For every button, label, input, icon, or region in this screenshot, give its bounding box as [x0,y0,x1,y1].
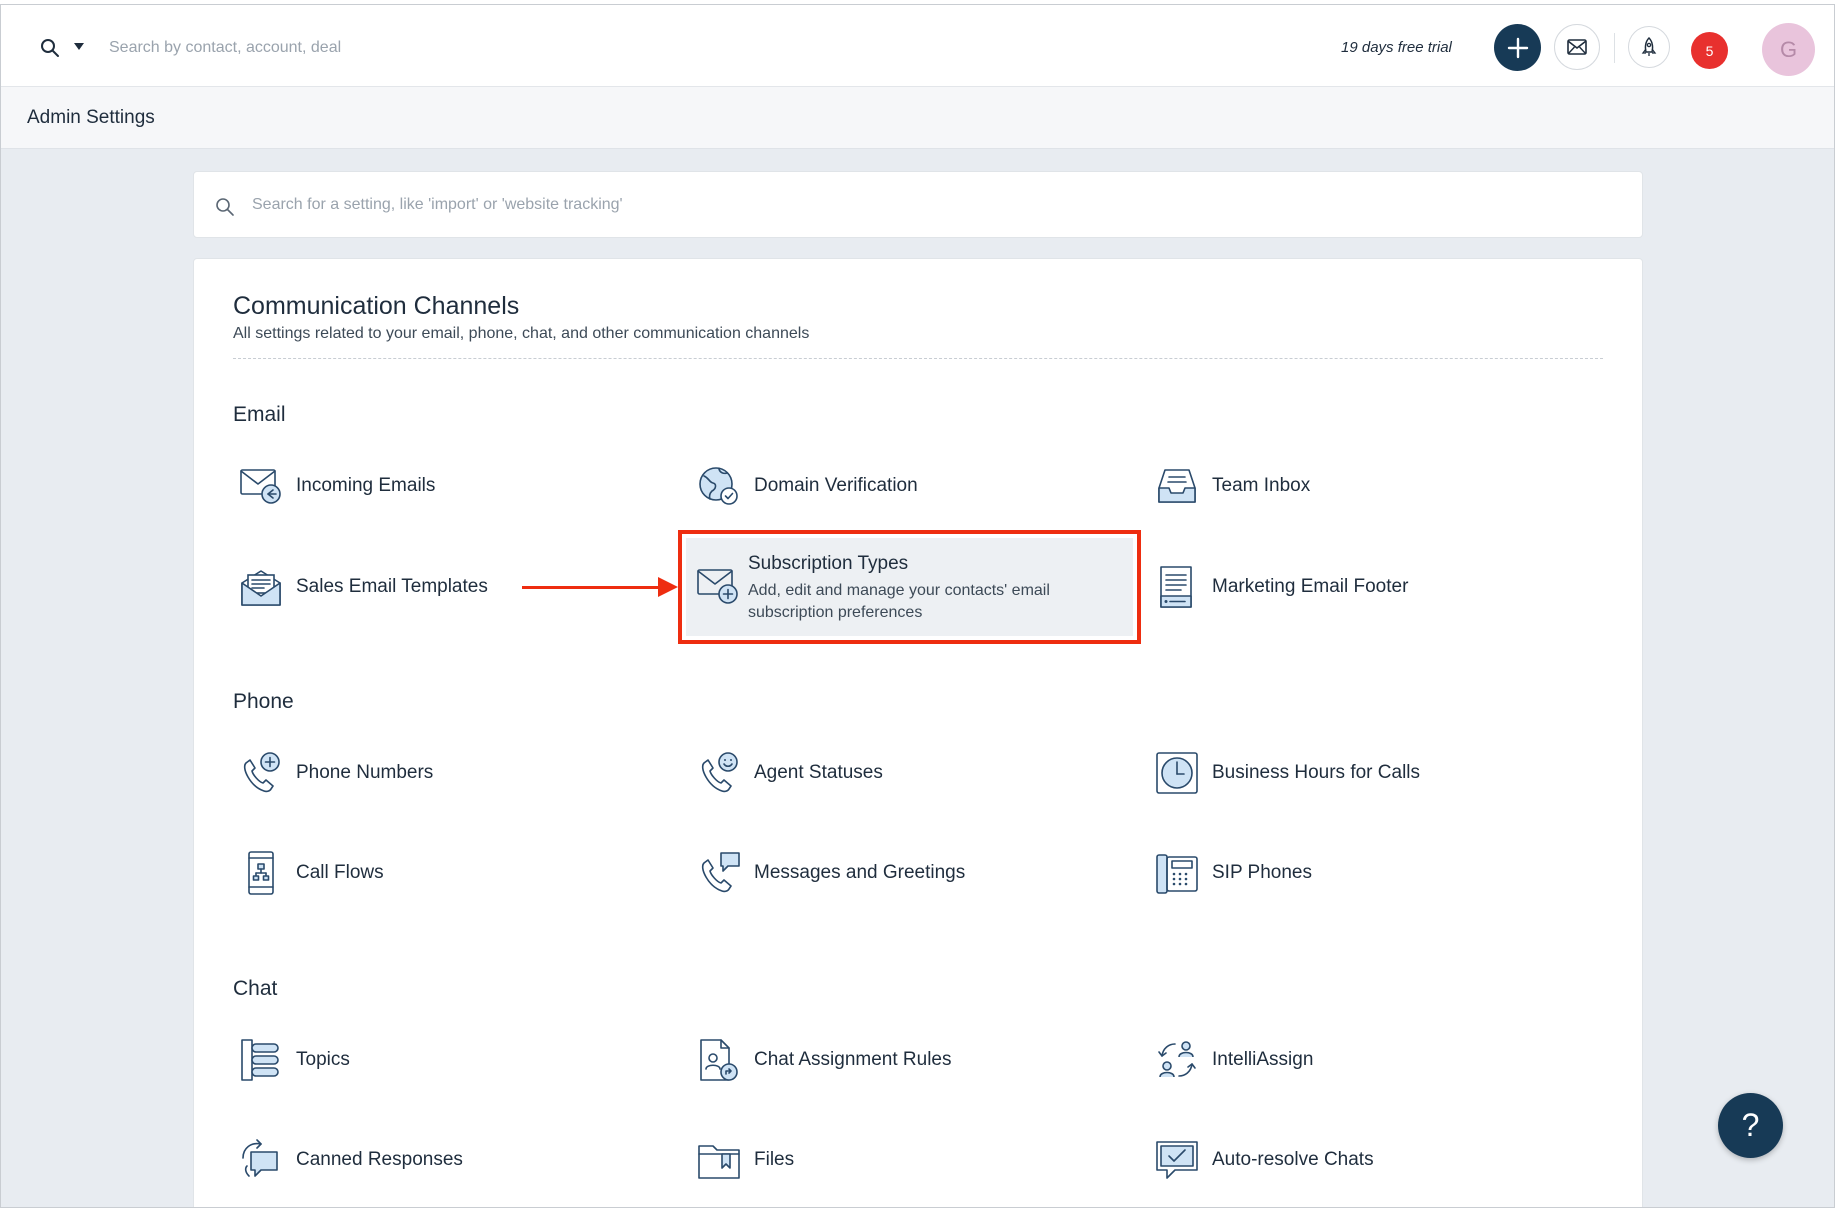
setting-description: Add, edit and manage your contacts' emai… [748,582,1050,621]
setting-auto-resolve-chats[interactable]: Auto-resolve Chats [1149,1130,1589,1190]
users-cycle-icon [1153,1036,1201,1084]
mail-icon [1567,39,1587,55]
setting-label: Agent Statuses [754,762,883,783]
top-bar: 19 days free trial 5 G [1,5,1834,87]
setting-business-hours-for-calls[interactable]: Business Hours for Calls [1149,743,1589,803]
setting-subscription-types[interactable]: Subscription Types Add, edit and manage … [686,538,1133,636]
search-icon[interactable] [39,37,61,59]
search-icon [214,196,236,218]
setting-label: IntelliAssign [1212,1049,1314,1070]
setting-team-inbox[interactable]: Team Inbox [1149,456,1589,516]
communication-channels-card: Communication Channels All settings rela… [193,258,1643,1207]
open-envelope-icon [237,563,285,611]
rocket-icon [1641,36,1657,56]
setting-chat-assignment-rules[interactable]: Chat Assignment Rules [691,1030,1131,1090]
annotation-arrow-shaft [522,586,662,589]
setting-label: Team Inbox [1212,475,1311,496]
section-title-email: Email [233,403,286,426]
section-title-chat: Chat [233,977,278,1000]
setting-label: Domain Verification [754,475,918,496]
global-search-input[interactable] [109,33,609,63]
clock-icon [1153,749,1201,797]
annotation-arrow-head [658,577,678,597]
chat-check-icon [1153,1136,1201,1184]
mobile-flow-icon [237,849,285,897]
document-footer-icon [1153,563,1201,611]
setting-label: Marketing Email Footer [1212,576,1409,597]
trial-status[interactable]: 19 days free trial [1341,39,1452,56]
setting-label: Canned Responses [296,1149,463,1170]
quick-add-button[interactable] [1494,24,1541,71]
admin-header: Admin Settings [1,87,1834,149]
setting-canned-responses[interactable]: Canned Responses [233,1130,673,1190]
setting-label: SIP Phones [1212,862,1313,883]
search-scope-dropdown-icon[interactable] [74,43,84,50]
setting-marketing-email-footer[interactable]: Marketing Email Footer [1149,557,1589,617]
avatar[interactable]: G [1762,23,1815,76]
setting-label: Topics [296,1049,350,1070]
setting-label: Sales Email Templates [296,576,488,597]
phone-smiley-icon [695,749,743,797]
card-subtitle: All settings related to your email, phon… [233,325,810,342]
phone-plus-icon [237,749,285,797]
setting-domain-verification[interactable]: Domain Verification [691,456,1131,516]
setting-messages-and-greetings[interactable]: Messages and Greetings [691,843,1131,903]
plus-icon [1507,37,1528,58]
settings-search-bar [193,171,1643,238]
chat-refresh-icon [237,1136,285,1184]
globe-check-icon [695,462,743,510]
setting-incoming-emails[interactable]: Incoming Emails [233,456,673,516]
setting-agent-statuses[interactable]: Agent Statuses [691,743,1131,803]
app-window: 19 days free trial 5 G Admin Settings Co… [0,4,1835,1208]
settings-search-input[interactable] [252,190,1602,220]
setting-label: Phone Numbers [296,762,434,783]
setting-label: Chat Assignment Rules [754,1049,952,1070]
setting-label: Call Flows [296,862,384,883]
document-user-icon [695,1036,743,1084]
divider [1614,33,1615,63]
setting-label: Messages and Greetings [754,862,966,883]
phone-message-icon [695,849,743,897]
setting-label: Incoming Emails [296,475,436,496]
desk-phone-icon [1153,849,1201,897]
setting-label: Auto-resolve Chats [1212,1149,1374,1170]
page-title: Admin Settings [27,107,155,128]
incoming-email-icon [237,462,285,510]
help-button[interactable]: ? [1718,1093,1783,1158]
setting-sip-phones[interactable]: SIP Phones [1149,843,1589,903]
getting-started-button[interactable] [1628,26,1670,68]
setting-intelliassign[interactable]: IntelliAssign [1149,1030,1589,1090]
folder-bookmark-icon [695,1136,743,1184]
setting-label: Files [754,1149,795,1170]
mail-button[interactable] [1554,24,1600,70]
setting-topics[interactable]: Topics [233,1030,673,1090]
setting-files[interactable]: Files [691,1130,1131,1190]
topics-list-icon [237,1036,285,1084]
setting-phone-numbers[interactable]: Phone Numbers [233,743,673,803]
setting-label: Business Hours for Calls [1212,762,1421,783]
setting-call-flows[interactable]: Call Flows [233,843,673,903]
section-title-phone: Phone [233,690,294,713]
setting-label: Subscription Types [748,553,909,574]
card-title: Communication Channels [233,292,520,320]
envelope-plus-icon [694,562,742,610]
notification-badge[interactable]: 5 [1691,32,1728,69]
divider [233,358,1603,359]
inbox-tray-icon [1153,462,1201,510]
